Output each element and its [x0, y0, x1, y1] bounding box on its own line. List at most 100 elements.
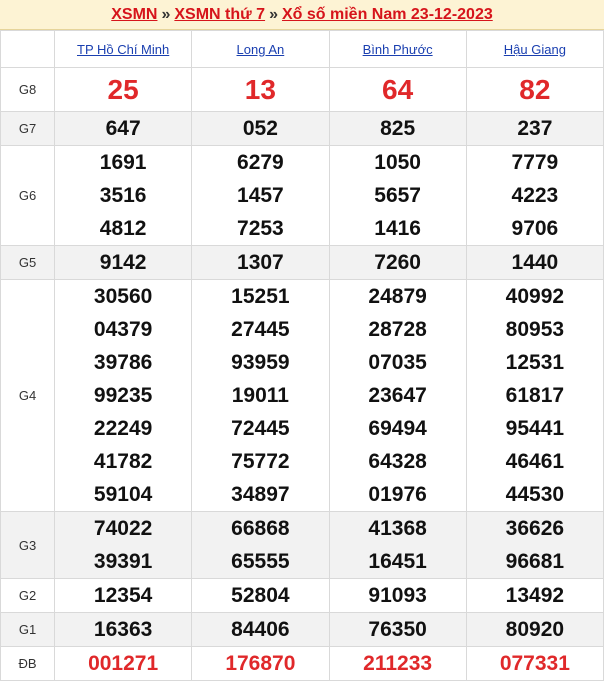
prize-cell: 9142	[53, 245, 193, 280]
prize-cell: 91093	[328, 578, 467, 613]
prize-cell: 80920	[465, 612, 604, 647]
prize-number: 7253	[237, 217, 284, 240]
prize-number: 9142	[99, 251, 147, 274]
prize-row: G5 9142 1307 7260 1440	[0, 245, 604, 280]
prize-number: 01976	[368, 483, 427, 506]
prize-number: 24879	[368, 285, 427, 308]
prize-number: 1691	[99, 151, 147, 174]
prize-number: 1440	[511, 251, 559, 274]
prize-number: 82	[519, 74, 551, 105]
results-table: TP Hồ Chí Minh Long An Bình Phước Hậu Gi…	[0, 30, 604, 681]
prize-number: 84406	[231, 618, 290, 641]
province-link-binh-phuoc[interactable]: Bình Phước	[363, 42, 433, 57]
prize-number: 25	[107, 74, 139, 105]
prize-number: 211233	[363, 652, 433, 675]
prize-label: G7	[0, 111, 55, 146]
prize-number: 16451	[368, 550, 427, 573]
prize-number: 39786	[93, 351, 153, 374]
prize-number: 052	[242, 117, 278, 140]
breadcrumb: XSMN » XSMN thứ 7 » Xổ số miền Nam 23-12…	[0, 0, 604, 30]
prize-number: 077331	[499, 652, 570, 675]
prize-number: 1457	[237, 184, 284, 207]
prize-label: ĐB	[0, 646, 55, 681]
prize-cell: 84406	[191, 612, 330, 647]
prize-cell: 30560 04379 39786 99235 22249 41782 59104	[53, 279, 193, 512]
prize-cell: 66868 65555	[191, 511, 330, 579]
prize-number: 74022	[93, 517, 153, 540]
prize-number: 13492	[505, 584, 565, 607]
prize-number: 44530	[505, 483, 565, 506]
prize-cell: 176870	[191, 646, 330, 681]
prize-cell: 76350	[328, 612, 467, 647]
prize-number: 76350	[368, 618, 427, 641]
prize-number: 46461	[505, 450, 565, 473]
prize-cell: 15251 27445 93959 19011 72445 75772 34897	[191, 279, 330, 512]
breadcrumb-link-xsmn-thu7[interactable]: XSMN thứ 7	[174, 6, 265, 24]
prize-number: 39391	[93, 550, 153, 573]
prize-cell: 41368 16451	[328, 511, 467, 579]
prize-cell: 40992 80953 12531 61817 95441 46461 44530	[465, 279, 604, 512]
prize-label: G1	[0, 612, 55, 647]
province-link-long-an[interactable]: Long An	[237, 42, 285, 57]
prize-row: G6 1691 3516 4812 6279 1457 7253 1050 5657 1416 77…	[0, 145, 604, 246]
prize-number: 52804	[231, 584, 290, 607]
prize-cell: 12354	[53, 578, 193, 613]
corner-cell	[0, 30, 55, 68]
prize-number: 7260	[374, 251, 421, 274]
prize-number: 176870	[225, 652, 296, 675]
breadcrumb-separator: »	[161, 5, 171, 23]
prize-cell: 647	[53, 111, 193, 146]
prize-cell: 052	[191, 111, 330, 146]
prize-number: 72445	[231, 417, 290, 440]
prize-cell: 74022 39391	[53, 511, 193, 579]
prize-number: 23647	[368, 384, 427, 407]
province-header-row: TP Hồ Chí Minh Long An Bình Phước Hậu Gi…	[0, 30, 604, 68]
prize-cell: 211233	[328, 646, 467, 681]
breadcrumb-link-current[interactable]: Xổ số miền Nam 23-12-2023	[282, 6, 493, 24]
province-link-hau-giang[interactable]: Hậu Giang	[504, 42, 566, 57]
prize-number: 99235	[93, 384, 153, 407]
prize-number: 41782	[93, 450, 153, 473]
prize-number: 65555	[231, 550, 290, 573]
prize-number: 12531	[505, 351, 565, 374]
prize-number: 96681	[505, 550, 565, 573]
prize-row: G4 30560 04379 39786 99235 22249 41782 59104 152…	[0, 279, 604, 512]
prize-number: 1416	[374, 217, 421, 240]
prize-cell: 237	[465, 111, 604, 146]
prize-row: G8 25 13 64 82	[0, 67, 604, 112]
prize-number: 28728	[368, 318, 427, 341]
prize-number: 95441	[505, 417, 565, 440]
prize-cell: 077331	[465, 646, 604, 681]
prize-row: ĐB 001271 176870 211233 077331	[0, 646, 604, 681]
prize-row: G1 16363 84406 76350 80920	[0, 612, 604, 647]
prize-number: 1307	[237, 251, 284, 274]
prize-cell: 13	[191, 67, 330, 112]
prize-label: G3	[0, 511, 55, 579]
prize-cell: 82	[465, 67, 604, 112]
prize-row: G2 12354 52804 91093 13492	[0, 578, 604, 613]
prize-number: 80953	[505, 318, 565, 341]
prize-number: 69494	[368, 417, 427, 440]
prize-number: 647	[105, 117, 141, 140]
prize-number: 237	[517, 117, 553, 140]
prize-cell: 25	[53, 67, 193, 112]
prize-number: 64328	[368, 450, 427, 473]
prize-cell: 1050 5657 1416	[328, 145, 467, 246]
prize-label: G8	[0, 67, 55, 112]
prize-cell: 13492	[465, 578, 604, 613]
prize-number: 15251	[231, 285, 290, 308]
prize-number: 6279	[237, 151, 284, 174]
province-link-hcm[interactable]: TP Hồ Chí Minh	[77, 42, 169, 57]
prize-label: G6	[0, 145, 55, 246]
prize-number: 1050	[374, 151, 421, 174]
prize-number: 7779	[511, 151, 559, 174]
prize-number: 34897	[231, 483, 290, 506]
prize-number: 825	[380, 117, 416, 140]
prize-label: G2	[0, 578, 55, 613]
prize-number: 40992	[505, 285, 565, 308]
prize-number: 64	[382, 74, 414, 105]
prize-cell: 1307	[191, 245, 330, 280]
breadcrumb-link-xsmn[interactable]: XSMN	[111, 6, 157, 24]
prize-cell: 52804	[191, 578, 330, 613]
prize-cell: 7779 4223 9706	[465, 145, 604, 246]
